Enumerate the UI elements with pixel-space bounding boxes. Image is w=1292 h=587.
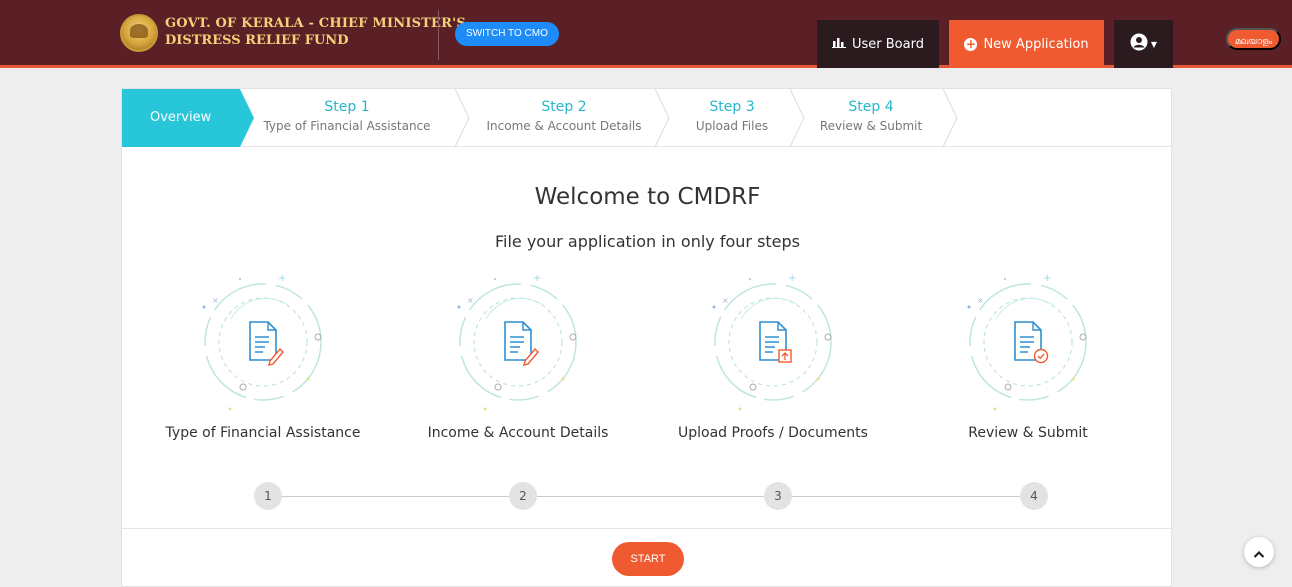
step-2-label: Income & Account Details (486, 119, 642, 133)
tab-overview[interactable]: Overview (122, 89, 254, 147)
page-title: Welcome to CMDRF (534, 184, 761, 210)
step-separator-chevron-icon (454, 89, 470, 147)
svg-text:×: × (212, 296, 219, 305)
bar-chart-icon (832, 36, 846, 52)
step-2-number: Step 2 (541, 99, 587, 115)
progress-timeline (268, 496, 1038, 497)
start-button[interactable]: START (612, 542, 684, 576)
user-board-label: User Board (852, 36, 924, 52)
document-edit-icon: +× (457, 273, 577, 411)
svg-text:×: × (722, 296, 729, 305)
chevron-up-icon (1253, 543, 1265, 562)
switch-to-cmo-button[interactable]: SWITCH TO CMO (455, 22, 559, 46)
user-menu-button[interactable]: ▼ (1114, 20, 1173, 68)
step-1-number: Step 1 (324, 99, 370, 115)
kerala-emblem-logo (120, 14, 158, 52)
language-toggle-button[interactable]: മലയാളം (1226, 28, 1281, 50)
feature-label-income-account: Income & Account Details (427, 425, 609, 441)
feature-label-review-submit: Review & Submit (968, 425, 1088, 441)
tab-step-4[interactable]: Step 4 Review & Submit (810, 97, 932, 135)
timeline-step-1: 1 (254, 482, 282, 510)
steps-navigation: Overview Step 1 Type of Financial Assist… (122, 89, 1173, 147)
step-4-label: Review & Submit (819, 119, 923, 133)
svg-text:×: × (467, 296, 474, 305)
step-1-label: Type of Financial Assistance (263, 119, 431, 133)
feature-label-upload-proofs: Upload Proofs / Documents (678, 425, 868, 441)
timeline-step-2: 2 (509, 482, 537, 510)
step-4-number: Step 4 (848, 99, 894, 115)
svg-text:+: + (533, 273, 541, 284)
tab-step-3[interactable]: Step 3 Upload Files (682, 97, 782, 135)
step-separator-chevron-icon (789, 89, 805, 147)
step-separator-chevron-icon (942, 89, 958, 147)
tab-step-1[interactable]: Step 1 Type of Financial Assistance (254, 97, 440, 135)
svg-text:×: × (977, 296, 984, 305)
caret-down-icon: ▼ (1150, 39, 1158, 49)
card-footer-divider (122, 528, 1173, 529)
tab-step-2[interactable]: Step 2 Income & Account Details (476, 97, 652, 135)
application-card: Overview Step 1 Type of Financial Assist… (121, 88, 1173, 587)
plus-circle-icon: + (964, 36, 978, 51)
step-separator-chevron-icon (654, 89, 670, 147)
header-divider (438, 10, 439, 60)
document-upload-icon: +× (712, 273, 832, 411)
step-3-number: Step 3 (709, 99, 755, 115)
new-application-label: New Application (983, 36, 1089, 52)
top-header: GOVT. OF KERALA - CHIEF MINISTER'S DISTR… (0, 0, 1292, 68)
brand-title-line2: DISTRESS RELIEF FUND (165, 33, 349, 48)
document-check-icon: +× (967, 273, 1087, 411)
feature-label-financial-assistance: Type of Financial Assistance (165, 425, 361, 441)
brand-title-line1: GOVT. OF KERALA - CHIEF MINISTER'S (165, 16, 466, 31)
user-board-button[interactable]: User Board (817, 20, 939, 68)
timeline-step-4: 4 (1020, 482, 1048, 510)
svg-text:+: + (278, 273, 286, 284)
user-circle-icon (1130, 33, 1148, 55)
svg-text:+: + (1043, 273, 1051, 284)
timeline-step-3: 3 (764, 482, 792, 510)
scroll-to-top-button[interactable] (1244, 537, 1274, 567)
document-edit-icon: +× (202, 273, 322, 411)
page-subtitle: File your application in only four steps (494, 232, 801, 251)
step-3-label: Upload Files (695, 119, 769, 133)
new-application-button[interactable]: + New Application (949, 20, 1104, 68)
svg-text:+: + (788, 273, 796, 284)
